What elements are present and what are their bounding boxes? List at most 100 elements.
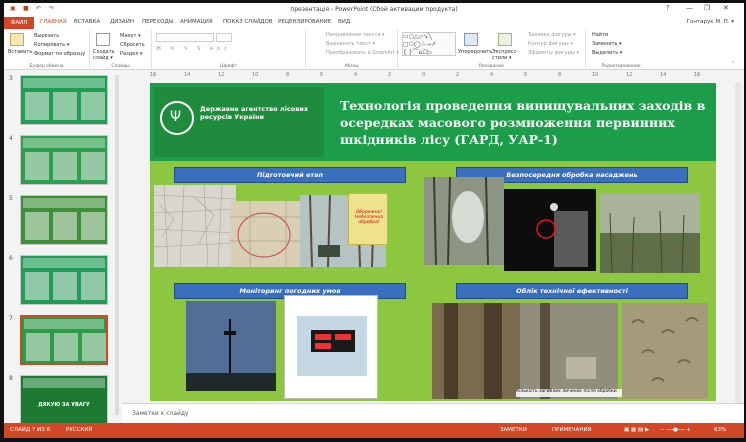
find-button[interactable]: Найти — [592, 32, 608, 38]
ruler-tick-label: 14 — [184, 72, 191, 78]
drawing-group: ▭○△▱↘╲ ▢⬠◯☆→↗{ }⌒⌂☐▷ Упорядочить Экспресс… — [398, 29, 586, 70]
thumbnail-image — [25, 152, 49, 180]
text-direction-button[interactable]: Направление текста ▾ — [326, 32, 385, 38]
ruler-tick-label: 0 — [422, 72, 426, 78]
language-indicator[interactable]: РУССКИЙ — [66, 427, 92, 433]
thumbnail-number: 8 — [9, 375, 13, 382]
slide-thumbnail[interactable] — [20, 75, 108, 125]
editor-scrollbar[interactable] — [735, 83, 741, 403]
ruler-tick-label: 16 — [150, 72, 157, 78]
tab-review[interactable]: РЕЦЕНЗИРОВАНИЕ — [278, 19, 331, 25]
ruler-tick-label: 6 — [320, 72, 324, 78]
thumbnail-title-bar — [23, 138, 105, 148]
tab-slideshow[interactable]: ПОКАЗ СЛАЙДОВ — [223, 19, 273, 25]
title-bar: ▣ ■ ↶ ↷ презентація - PowerPoint (Сбой а… — [4, 3, 744, 17]
thumbnail-title-bar — [23, 78, 105, 88]
ruler-tick-label: 6 — [524, 72, 528, 78]
agency-logo: Ψ Державне агентство лісових ресурсів Ук… — [154, 87, 324, 157]
layout-button[interactable]: Макет ▾ — [120, 33, 141, 39]
thumbnail-image — [26, 333, 50, 361]
quick-styles-button[interactable]: Экспресс-стили ▾ — [492, 49, 518, 61]
arrange-button[interactable]: Упорядочить — [458, 49, 492, 55]
slide-canvas[interactable]: Ψ Державне агентство лісових ресурсів Ук… — [150, 83, 716, 401]
minimize-button[interactable]: — — [686, 4, 693, 12]
cut-button[interactable]: Вырезать — [34, 33, 59, 39]
photo-larvae-sampling — [520, 303, 618, 399]
thumbnail-image — [25, 92, 49, 120]
format-painter-button[interactable]: Формат по образцу — [34, 51, 85, 57]
tab-home[interactable]: ГЛАВНАЯ — [40, 19, 67, 25]
font-name-input[interactable] — [156, 33, 214, 42]
smartart-button[interactable]: Преобразовать в SmartArt ▾ — [326, 50, 399, 56]
quick-styles-icon[interactable] — [498, 33, 512, 46]
screen-frame: ▣ ■ ↶ ↷ презентація - PowerPoint (Сбой а… — [0, 0, 746, 442]
shape-outline-button[interactable]: Контур фигуры ▾ — [528, 41, 573, 47]
horizontal-ruler: 16 14 12 10 8 6 4 2 0 2 4 6 8 10 12 14 16 — [122, 71, 744, 80]
replace-button[interactable]: Заменить ▾ — [592, 41, 622, 47]
help-button[interactable]: ? — [666, 4, 670, 12]
section-button[interactable]: Раздел ▾ — [120, 51, 143, 57]
thumbnail-image — [25, 272, 49, 300]
shapes-gallery[interactable]: ▭○△▱↘╲ ▢⬠◯☆→↗{ }⌒⌂☐▷ — [402, 32, 456, 56]
view-buttons[interactable]: ▣ ▦ ▤ ▶ — [624, 427, 649, 433]
copy-button[interactable]: Копировать ▾ — [34, 42, 69, 48]
tab-transitions[interactable]: ПЕРЕХОДЫ — [142, 19, 174, 25]
paragraph-label: Абзац — [344, 64, 359, 69]
ruler-tick-label: 4 — [490, 72, 494, 78]
reset-button[interactable]: Сбросить — [120, 42, 145, 48]
new-slide-button[interactable]: Создать слайд ▾ — [93, 49, 115, 61]
thumbnail-image — [25, 212, 49, 240]
font-size-input[interactable] — [216, 33, 232, 42]
trident-icon: Ψ — [170, 109, 182, 125]
paste-button[interactable]: Вставить — [8, 49, 32, 55]
zoom-slider[interactable]: − ──●── + — [660, 427, 691, 433]
thumbnail-image — [81, 272, 105, 300]
user-account[interactable]: Гонтарук М. П. ▾ — [687, 19, 734, 25]
tab-file[interactable]: ФАЙЛ — [4, 17, 34, 29]
tab-design[interactable]: ДИЗАЙН — [110, 19, 134, 25]
notes-pane[interactable]: Заметки к слайду — [122, 403, 744, 423]
align-text-button[interactable]: Выровнять текст ▾ — [326, 41, 375, 47]
warning-sign-text: Обережно! Небезпечна обробка! — [354, 210, 384, 225]
font-format-buttons[interactable]: Ж К Ч S abc — [156, 46, 231, 52]
new-slide-icon[interactable] — [96, 33, 110, 46]
slide-thumbnail[interactable] — [20, 255, 108, 305]
tab-animation[interactable]: АНИМАЦИЯ — [180, 19, 213, 25]
zoom-level[interactable]: 63% — [714, 427, 726, 433]
thumbnail-text: ДЯКУЮ ЗА УВАГУ — [38, 402, 90, 408]
notes-placeholder: Заметки к слайду — [132, 410, 189, 417]
photo-tree-trunks — [432, 303, 524, 399]
paste-icon[interactable] — [10, 33, 24, 46]
thumbnail-title-bar — [23, 198, 105, 208]
photo-dead-larvae — [622, 303, 708, 399]
slide-thumbnail[interactable] — [20, 135, 108, 185]
photo-weather-station-display — [284, 295, 378, 399]
powerpoint-window: ▣ ■ ↶ ↷ презентація - PowerPoint (Сбой а… — [4, 3, 744, 438]
slide-thumbnail[interactable]: ДЯКУЮ ЗА УВАГУ — [20, 375, 108, 425]
thumbnail-title-bar — [23, 378, 105, 388]
slide-title[interactable]: Технологія проведення винищувальних захо… — [340, 97, 712, 148]
shape-fill-button[interactable]: Заливка фигуры ▾ — [528, 32, 576, 38]
slide-thumbnail[interactable] — [20, 315, 108, 365]
ruler-tick-label: 10 — [252, 72, 259, 78]
ribbon: Вставить Вырезать Копировать ▾ Формат по… — [4, 29, 744, 70]
select-button[interactable]: Выделить ▾ — [592, 50, 622, 56]
clipboard-group: Вставить Вырезать Копировать ▾ Формат по… — [4, 29, 90, 70]
thumbnail-image — [81, 152, 105, 180]
paragraph-group: Направление текста ▾ Выровнять текст ▾ П… — [306, 29, 399, 70]
tab-view[interactable]: ВИД — [338, 19, 350, 25]
shape-effects-button[interactable]: Эффекты фигуры ▾ — [528, 50, 579, 56]
arrange-icon[interactable] — [464, 33, 478, 46]
slides-group: Создать слайд ▾ Макет ▾ Сбросить Раздел … — [90, 29, 152, 70]
slide-thumbnail[interactable] — [20, 195, 108, 245]
thumbnails-scrollbar[interactable] — [115, 75, 119, 415]
close-button[interactable]: ✕ — [723, 4, 729, 12]
notes-toggle[interactable]: ЗАМЕТКИ — [500, 427, 527, 433]
thumbnail-image — [54, 333, 78, 361]
collapse-ribbon-icon[interactable]: ⌃ — [731, 61, 735, 67]
photo-fogging-forest — [424, 177, 504, 265]
editing-label: Редактирование — [601, 64, 641, 69]
tab-insert[interactable]: ВСТАВКА — [74, 19, 100, 25]
restore-button[interactable]: ❐ — [704, 4, 710, 12]
comments-toggle[interactable]: ПРИМЕЧАНИЯ — [552, 427, 591, 433]
